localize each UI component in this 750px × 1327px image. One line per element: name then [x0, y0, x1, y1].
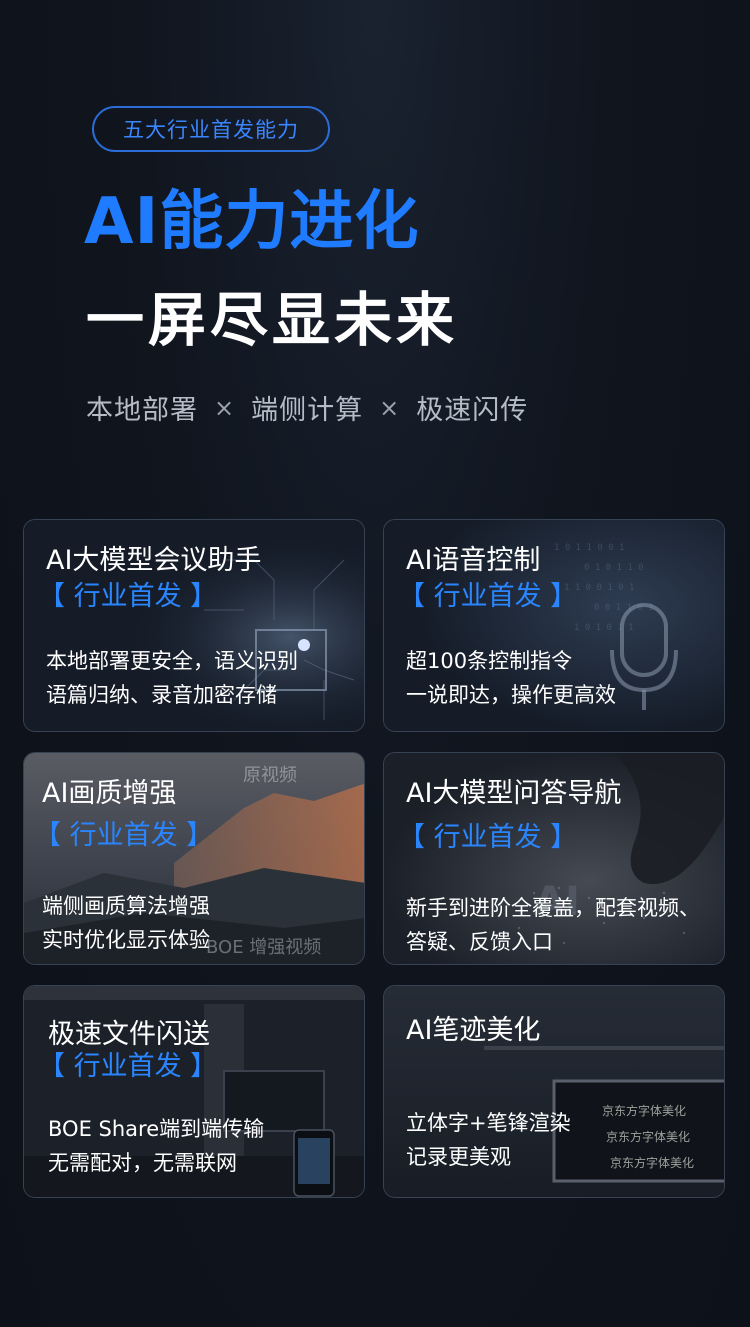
desc-line: 新手到进阶全覆盖，配套视频、 — [406, 896, 700, 920]
desc-line: 语篇归纳、录音加密存储 — [46, 683, 277, 707]
desc-line: 超100条控制指令 — [406, 649, 573, 673]
card-title: AI大模型问答导航 — [406, 778, 622, 809]
card-title: AI大模型会议助手 — [46, 545, 262, 576]
card-description: 端侧画质算法增强 实时优化显示体验 — [42, 889, 210, 957]
svg-text:1 0 1 1 0 0 1: 1 0 1 1 0 0 1 — [554, 543, 624, 553]
industry-first-label: 【 行业首发 】 — [398, 581, 578, 612]
page-subtitle: 一屏尽显未来 — [86, 286, 459, 354]
desc-line: 一说即达，操作更高效 — [406, 683, 616, 707]
card-description: 本地部署更安全，语义识别 语篇归纳、录音加密存储 — [46, 644, 298, 712]
industry-first-label: 【 行业首发 】 — [38, 581, 218, 612]
tagline-item: 端侧计算 — [251, 395, 364, 426]
enhanced-video-label: BOE 增强视频 — [206, 937, 322, 958]
feature-badge: 五大行业首发能力 — [92, 106, 330, 152]
feature-card-qa-navigation[interactable]: AI AI大模型问答导航 【 行业首发 】 新手到进阶全覆盖，配套视频、 答疑、… — [383, 752, 725, 965]
card-title: AI画质增强 — [42, 778, 177, 809]
industry-first-label: 【 行业首发 】 — [398, 822, 578, 853]
card-title: 极速文件闪送 — [48, 1019, 210, 1050]
card-description: BOE Share端到端传输 无需配对，无需联网 — [48, 1112, 264, 1180]
times-separator: × — [214, 393, 236, 422]
card-description: 新手到进阶全覆盖，配套视频、 答疑、反馈入口 — [406, 891, 700, 959]
handwriting-sample: 京东方字体美化 — [610, 1156, 695, 1170]
page-title: AI能力进化 — [84, 185, 420, 259]
desc-line: BOE Share端到端传输 — [48, 1117, 265, 1141]
industry-first-label: 【 行业首发 】 — [38, 1051, 218, 1082]
tagline-item: 极速闪传 — [416, 395, 529, 426]
desc-line: 立体字+笔锋渲染 — [406, 1111, 571, 1135]
card-title: AI语音控制 — [406, 545, 541, 576]
feature-card-file-transfer[interactable]: 极速文件闪送 【 行业首发 】 BOE Share端到端传输 无需配对，无需联网 — [23, 985, 365, 1198]
handwriting-sample: 京东方字体美化 — [602, 1104, 687, 1118]
desc-line: 端侧画质算法增强 — [42, 894, 210, 918]
card-title: AI笔迹美化 — [406, 1015, 541, 1046]
industry-first-label: 【 行业首发 】 — [34, 820, 214, 851]
feature-card-image-enhance[interactable]: 原视频 BOE 增强视频 AI画质增强 【 行业首发 】 端侧画质算法增强 实时… — [23, 752, 365, 965]
feature-card-voice-control[interactable]: 1 0 1 1 0 0 1 0 1 0 1 1 0 1 1 0 0 1 0 1 … — [383, 519, 725, 732]
times-separator: × — [379, 393, 401, 422]
desc-line: 记录更美观 — [406, 1145, 511, 1169]
desc-line: 实时优化显示体验 — [42, 928, 210, 952]
original-video-label: 原视频 — [243, 765, 297, 786]
card-description: 立体字+笔锋渲染 记录更美观 — [406, 1106, 571, 1174]
desc-line: 无需配对，无需联网 — [48, 1151, 237, 1175]
tagline: 本地部署 × 端侧计算 × 极速闪传 — [86, 388, 528, 427]
feature-card-handwriting[interactable]: 京东方字体美化 京东方字体美化 京东方字体美化 AI笔迹美化 立体字+笔锋渲染 … — [383, 985, 725, 1198]
microphone-icon — [610, 603, 678, 710]
tagline-item: 本地部署 — [86, 395, 198, 426]
desc-line: 答疑、反馈入口 — [406, 930, 553, 954]
svg-text:0 1 0 1 1 0: 0 1 0 1 1 0 — [584, 563, 644, 573]
card-description: 超100条控制指令 一说即达，操作更高效 — [406, 644, 616, 712]
feature-card-meeting-assistant[interactable]: AI大模型会议助手 【 行业首发 】 本地部署更安全，语义识别 语篇归纳、录音加… — [23, 519, 365, 732]
desc-line: 本地部署更安全，语义识别 — [46, 649, 298, 673]
handwriting-sample: 京东方字体美化 — [606, 1130, 691, 1144]
